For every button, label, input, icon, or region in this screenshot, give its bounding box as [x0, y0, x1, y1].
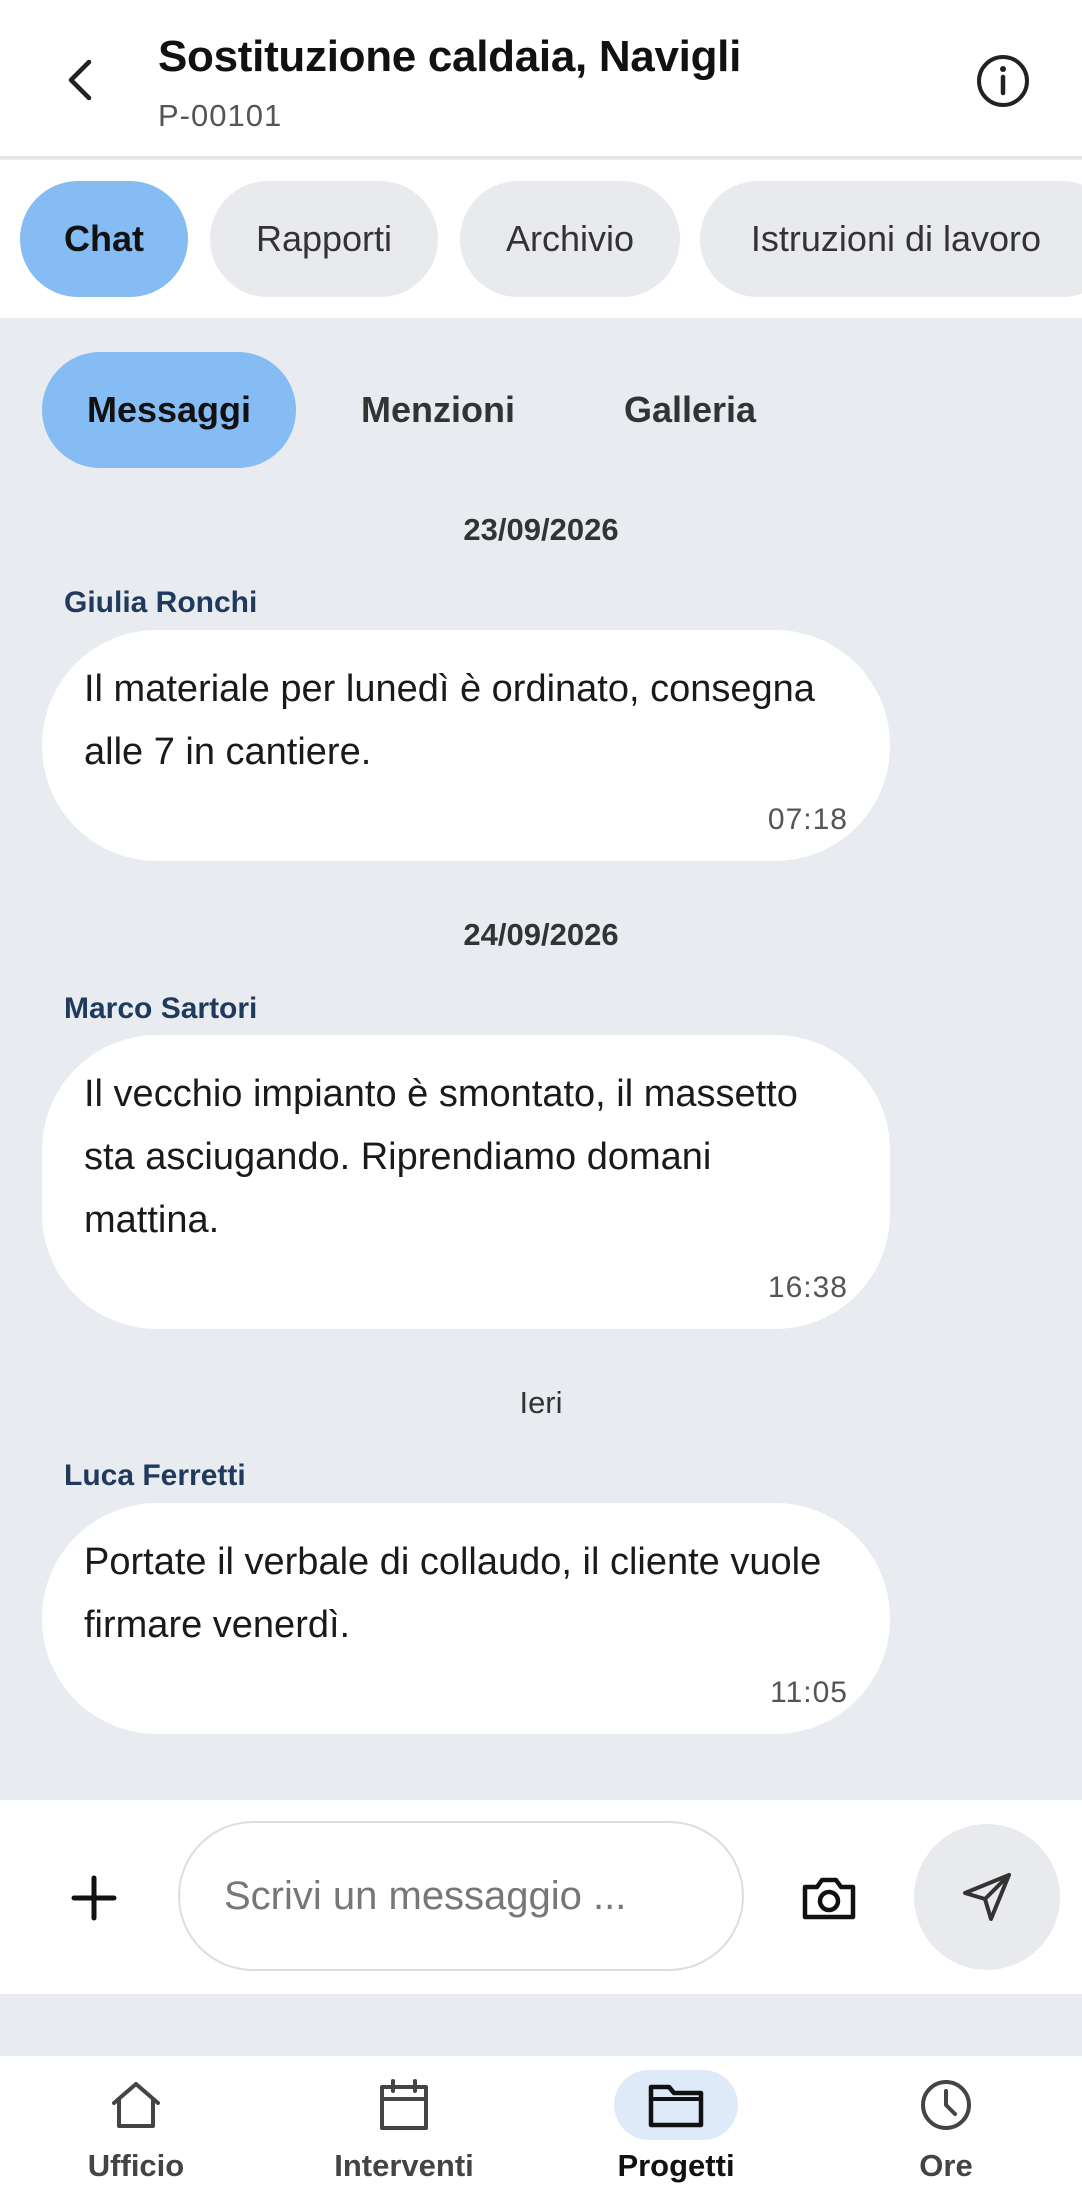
folder-icon	[614, 2070, 738, 2140]
message-time: 11:05	[770, 1676, 848, 1709]
tab-chat[interactable]: Chat	[20, 181, 188, 297]
message-bubble[interactable]: Il materiale per lunedì è ordinato, cons…	[42, 630, 890, 861]
date-separator: Ieri	[519, 1385, 563, 1420]
nav-label: Progetti	[617, 2148, 735, 2183]
message-text: Portate il verbale di collaudo, il clien…	[84, 1541, 822, 1646]
message-bubble[interactable]: Portate il verbale di collaudo, il clien…	[42, 1503, 890, 1734]
sender-name: Marco Sartori	[64, 992, 258, 1025]
top-tab-bar: Chat Rapporti Archivio Istruzioni di lav…	[0, 160, 1082, 318]
info-button[interactable]	[972, 50, 1034, 112]
message-time: 07:18	[767, 803, 848, 836]
send-button[interactable]	[914, 1824, 1060, 1970]
message-text: Il materiale per lunedì è ordinato, cons…	[84, 668, 815, 773]
nav-ufficio[interactable]: Ufficio	[36, 2056, 236, 2202]
app-header: Sostituzione caldaia, Navigli P-00101	[0, 0, 1082, 158]
message-time: 16:38	[767, 1271, 848, 1304]
message-text: Il vecchio impianto è smontato, il masse…	[84, 1073, 798, 1241]
camera-icon	[802, 1877, 856, 1920]
subtab-messaggi[interactable]: Messaggi	[42, 352, 296, 468]
date-separator: 24/09/2026	[463, 917, 619, 952]
tab-rapporti[interactable]: Rapporti	[210, 181, 438, 297]
plus-icon	[71, 1875, 117, 1921]
tab-archivio[interactable]: Archivio	[460, 181, 680, 297]
nav-ore[interactable]: Ore	[846, 2056, 1046, 2202]
home-icon	[74, 2070, 198, 2140]
chevron-left-icon	[68, 59, 92, 101]
sender-name: Luca Ferretti	[64, 1459, 246, 1492]
subtab-menzioni[interactable]: Menzioni	[320, 352, 556, 468]
date-separator: 23/09/2026	[463, 512, 619, 547]
message-composer	[0, 1800, 1082, 1994]
nav-label: Interventi	[334, 2148, 474, 2183]
message-bubble[interactable]: Il vecchio impianto è smontato, il masse…	[42, 1035, 890, 1329]
nav-interventi[interactable]: Interventi	[304, 2056, 504, 2202]
info-icon	[977, 55, 1029, 107]
subtab-galleria[interactable]: Galleria	[580, 352, 800, 468]
clock-icon	[884, 2070, 1008, 2140]
calendar-icon	[342, 2070, 466, 2140]
nav-label: Ore	[919, 2148, 973, 2183]
add-attachment-button[interactable]	[62, 1866, 126, 1930]
project-code: P-00101	[158, 98, 283, 133]
message-input[interactable]	[178, 1821, 744, 1971]
sender-name: Giulia Ronchi	[64, 586, 258, 619]
back-button[interactable]	[50, 40, 110, 120]
nav-progetti[interactable]: Progetti	[576, 2056, 776, 2202]
page-title: Sostituzione caldaia, Navigli	[158, 32, 742, 81]
nav-label: Ufficio	[87, 2148, 185, 2183]
send-icon	[963, 1873, 1011, 1921]
chat-sub-tabs: Messaggi Menzioni Galleria	[0, 324, 1082, 474]
camera-button[interactable]	[798, 1870, 860, 1926]
tab-istruzioni-di-lavoro[interactable]: Istruzioni di lavoro	[700, 181, 1082, 297]
bottom-navigation: Ufficio Interventi Progetti Ore	[0, 2056, 1082, 2202]
